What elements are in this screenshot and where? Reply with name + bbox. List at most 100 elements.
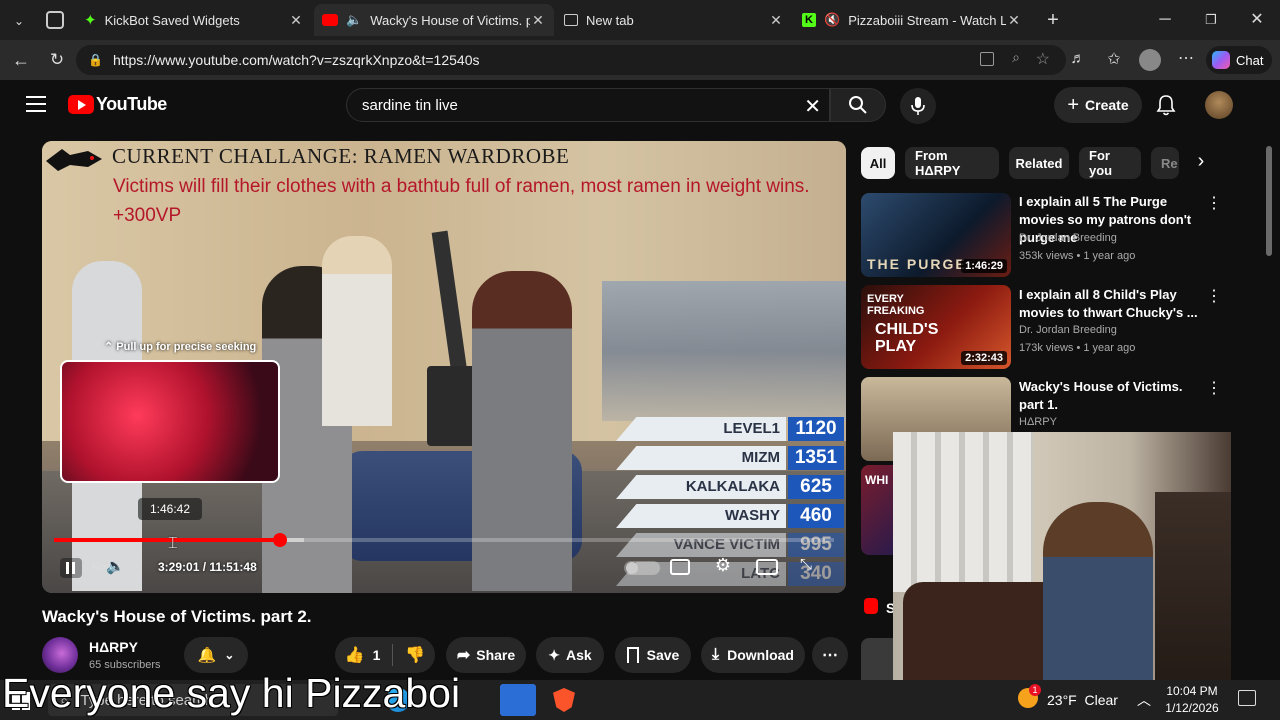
chip-related[interactable]: Related: [1009, 147, 1069, 179]
subtitles-icon[interactable]: [670, 559, 690, 575]
copilot-chat-button[interactable]: Chat: [1206, 46, 1272, 74]
favorite-star-icon[interactable]: ☆: [1036, 49, 1050, 69]
refresh-icon[interactable]: ↻: [46, 48, 68, 72]
rec-thumbnail-partial[interactable]: WHI: [861, 465, 893, 555]
weather-text[interactable]: 23°F Clear: [1047, 692, 1118, 708]
clock-time[interactable]: 10:04 PM: [1166, 684, 1218, 698]
thumb-text: CHILD'S PLAY: [875, 321, 939, 355]
download-icon: ⤓: [712, 646, 720, 663]
more-vert-icon[interactable]: ⋮: [1206, 286, 1222, 306]
app-taskbar-icon[interactable]: [500, 684, 536, 716]
channel-avatar[interactable]: [42, 637, 78, 673]
youtube-logo[interactable]: YouTube: [68, 94, 167, 115]
mute-icon[interactable]: 🔇: [824, 12, 840, 28]
video-player[interactable]: CURRENT CHALLANGE: RAMEN WARDROBE Victim…: [42, 141, 846, 593]
rec-channel[interactable]: Dr. Jordan Breeding: [1019, 232, 1117, 244]
close-icon[interactable]: ✕: [288, 12, 304, 29]
person-back: [322, 236, 392, 426]
zoom-icon[interactable]: ⌕: [1012, 49, 1020, 66]
player-score: 1120: [788, 417, 844, 441]
settings-gear-icon[interactable]: ⚙: [712, 555, 734, 577]
chevron-right-icon[interactable]: ›: [1190, 150, 1212, 176]
speaker-icon[interactable]: 🔈: [346, 12, 362, 28]
volume-button[interactable]: 🔈: [106, 557, 126, 579]
chip-all[interactable]: All: [861, 147, 895, 179]
close-icon[interactable]: ✕: [768, 12, 784, 29]
rec-thumbnail[interactable]: THE PURGE 1:46:29: [861, 193, 1011, 277]
brave-taskbar-icon[interactable]: [553, 688, 575, 712]
more-menu-icon[interactable]: ⋯: [1176, 48, 1196, 70]
restore-button[interactable]: ❐: [1196, 6, 1226, 34]
app-available-icon[interactable]: [980, 52, 994, 66]
chip-from-channel[interactable]: From HΔRPY: [905, 147, 999, 179]
rec-thumbnail[interactable]: EVERY FREAKING CHILD'S PLAY 2:32:43: [861, 285, 1011, 369]
url-field[interactable]: 🔒 https://www.youtube.com/watch?v=zszqrk…: [76, 45, 1066, 75]
clear-search-icon[interactable]: ✕: [804, 94, 821, 119]
more-vert-icon[interactable]: ⋮: [1206, 193, 1222, 213]
rec-channel[interactable]: HΔRPY: [1019, 416, 1057, 428]
close-icon[interactable]: ✕: [1006, 12, 1022, 29]
chevron-down-icon: ⌄: [224, 648, 235, 662]
rec-thumbnail-partial[interactable]: [861, 638, 893, 680]
clock-date[interactable]: 1/12/2026: [1161, 701, 1223, 715]
sparkle-icon: ✦: [548, 646, 561, 663]
tab-strip: ⌄ ✦ KickBot Saved Widgets ✕ 🔈 Wacky's Ho…: [0, 0, 1280, 40]
close-icon[interactable]: ✕: [530, 12, 546, 29]
profile-avatar[interactable]: [1139, 49, 1161, 71]
download-label: Download: [727, 647, 794, 663]
workspaces-icon[interactable]: [46, 11, 64, 29]
rec-title[interactable]: I explain all 8 Child's Play movies to t…: [1019, 286, 1204, 322]
player-score: 460: [788, 504, 844, 528]
tab-pizzaboiii[interactable]: K 🔇 Pizzaboiii Stream - Watch Live ✕: [794, 4, 1030, 36]
challenge-title: CURRENT CHALLANGE: RAMEN WARDROBE: [112, 144, 570, 168]
download-button[interactable]: ⤓ Download: [701, 637, 805, 673]
chip-partial[interactable]: Re: [1151, 147, 1179, 179]
tray-chevron-up-icon[interactable]: ︿: [1137, 690, 1151, 710]
tab-newtab[interactable]: New tab ✕: [556, 4, 792, 36]
extensions-icon[interactable]: ♬: [1068, 50, 1088, 70]
rec-channel[interactable]: Dr. Jordan Breeding: [1019, 324, 1117, 336]
site-info-icon[interactable]: 🔒: [88, 53, 103, 67]
webcam-overlay: [893, 432, 1231, 686]
player-score: 1351: [788, 446, 844, 470]
player-name: LEVEL1: [616, 417, 786, 441]
player-name: VANCE VICTIM: [616, 533, 786, 557]
tab-youtube[interactable]: 🔈 Wacky's House of Victims. par ✕: [314, 4, 554, 36]
seek-preview-thumbnail: [60, 360, 280, 483]
notifications-bell-icon[interactable]: [1156, 94, 1178, 116]
kick-icon: K: [802, 13, 816, 27]
action-center-icon[interactable]: [1238, 690, 1256, 706]
more-vert-icon[interactable]: ⋮: [1206, 378, 1222, 398]
back-icon[interactable]: ←: [10, 48, 32, 72]
more-actions-button[interactable]: ⋯: [812, 637, 848, 673]
avatar[interactable]: [1205, 91, 1233, 119]
theater-mode-icon[interactable]: [756, 559, 778, 575]
chip-for-you[interactable]: For you: [1079, 147, 1141, 179]
minimize-button[interactable]: ─: [1150, 6, 1180, 34]
create-button[interactable]: + Create: [1054, 87, 1142, 123]
player-name: KALKALAKA: [616, 475, 786, 499]
favorites-icon[interactable]: ✩: [1104, 49, 1124, 69]
tab-actions-icon[interactable]: ⌄: [8, 10, 30, 32]
subscription-bell-button[interactable]: 🔔 ⌄: [184, 637, 248, 673]
fullscreen-icon[interactable]: ⤡: [800, 556, 820, 576]
ask-button[interactable]: ✦ Ask: [536, 637, 604, 673]
rec-title[interactable]: Wacky's House of Victims. part 1.: [1019, 378, 1204, 414]
dislike-button[interactable]: 👎: [405, 645, 425, 665]
leaderboard-row: WASHY 460: [616, 504, 846, 530]
share-button[interactable]: ➦ Share: [446, 637, 526, 673]
new-tab-button[interactable]: +: [1042, 6, 1064, 34]
like-button[interactable]: 👍 1: [345, 645, 381, 665]
search-button[interactable]: [830, 88, 886, 122]
autoplay-toggle[interactable]: [624, 561, 660, 575]
ask-label: Ask: [566, 647, 592, 663]
guide-menu-icon[interactable]: [26, 96, 46, 112]
voice-search-button[interactable]: [900, 88, 936, 124]
page-scrollbar[interactable]: [1266, 146, 1272, 256]
channel-name[interactable]: HΔRPY: [89, 639, 138, 655]
save-button[interactable]: Save: [615, 637, 691, 673]
close-window-button[interactable]: ✕: [1242, 6, 1272, 34]
pause-button[interactable]: [60, 558, 82, 578]
tab-kickbot[interactable]: ✦ KickBot Saved Widgets ✕: [76, 4, 312, 36]
search-input[interactable]: sardine tin live ✕: [346, 88, 830, 122]
